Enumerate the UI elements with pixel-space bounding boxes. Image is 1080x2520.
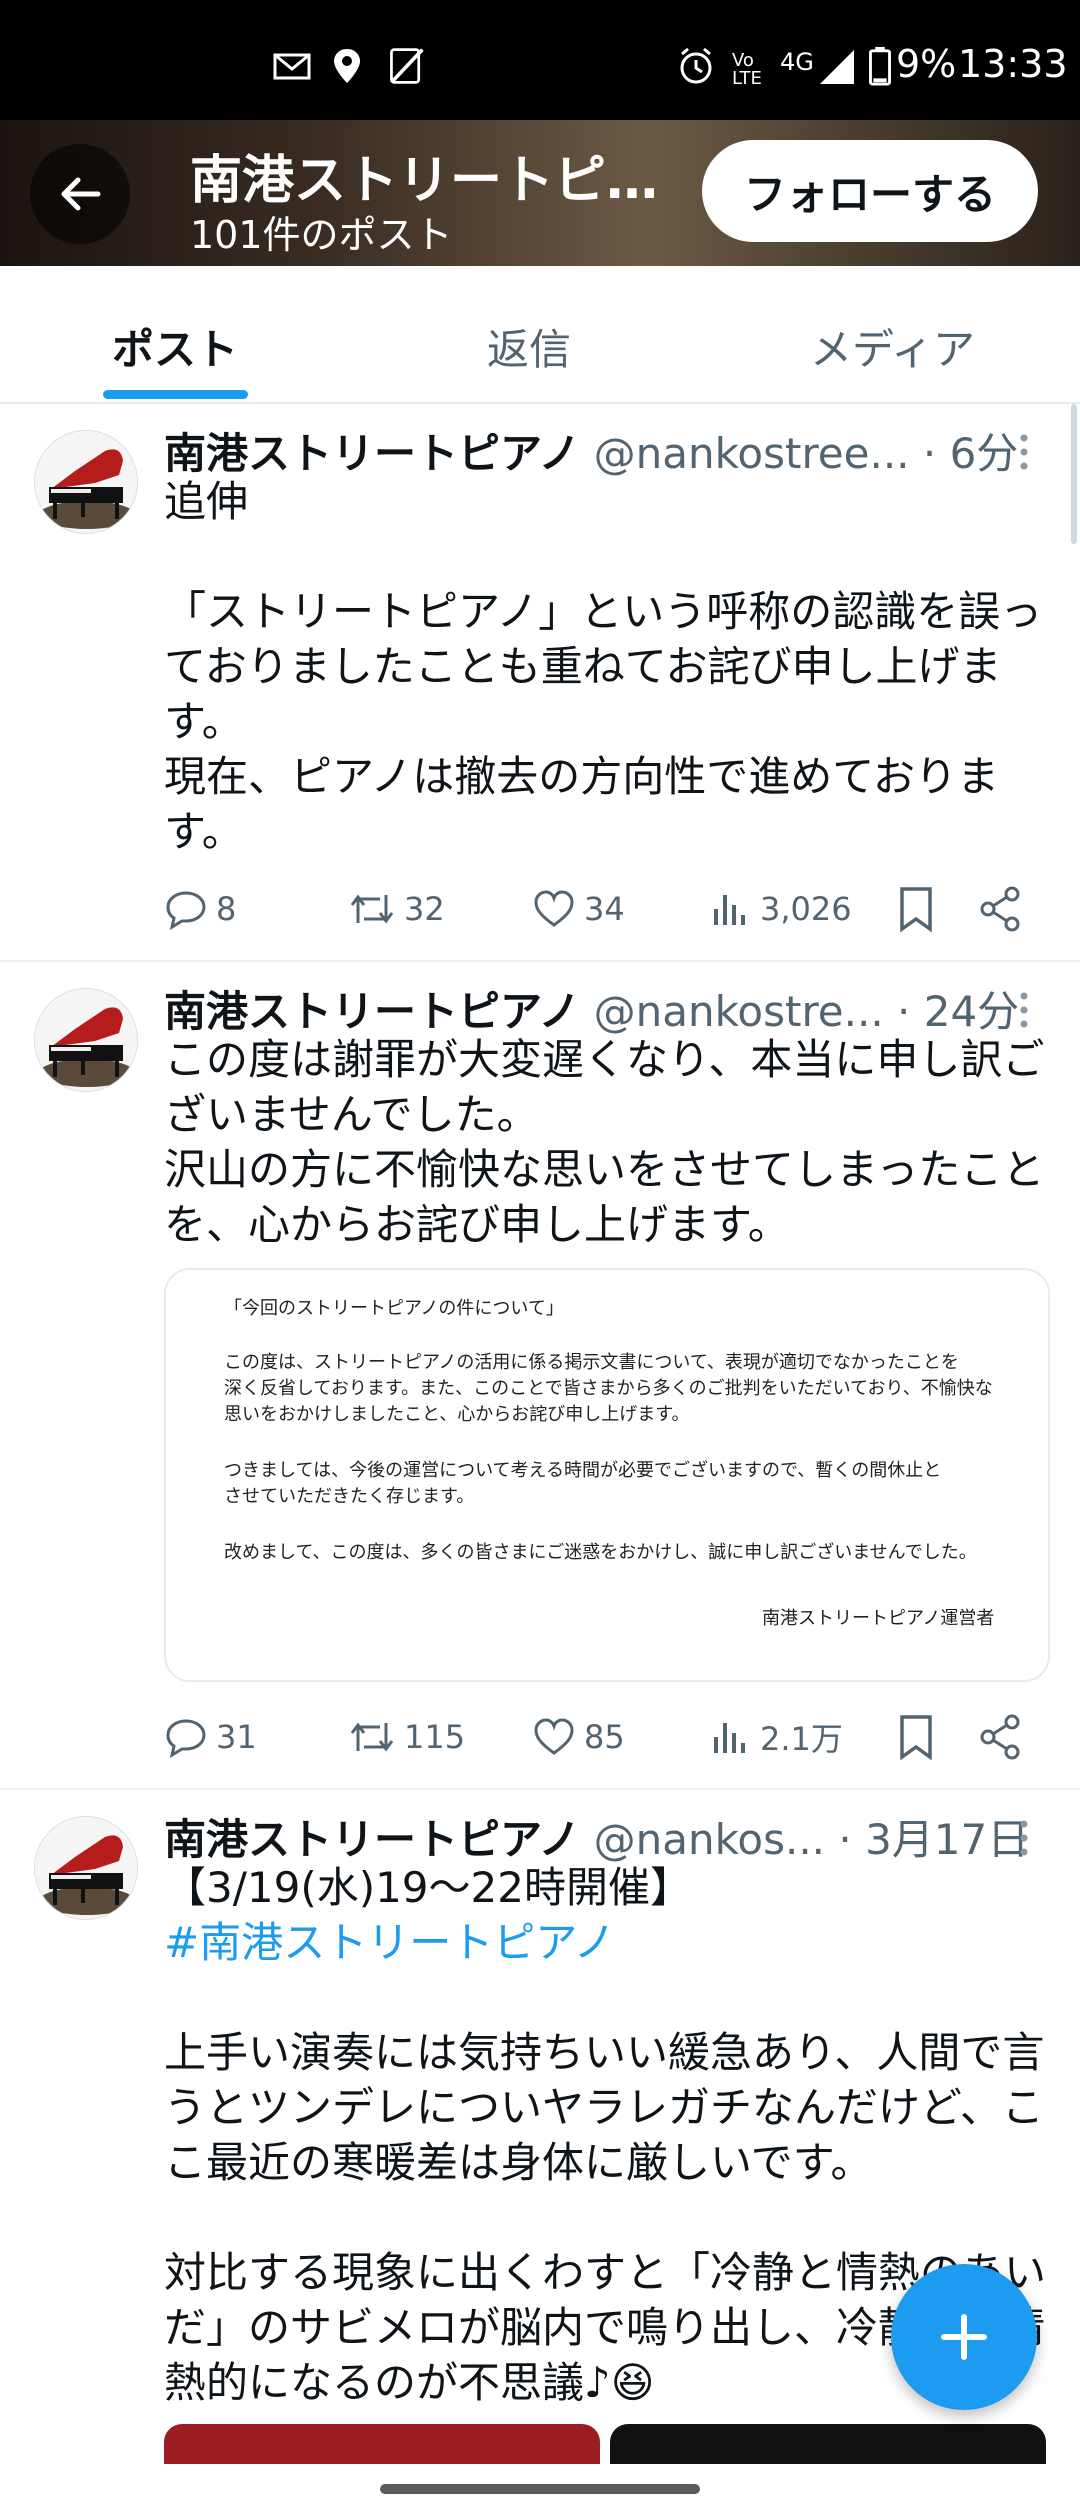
profile-name: 南港ストリートピ… xyxy=(190,151,659,211)
location-icon xyxy=(334,49,360,83)
avatar[interactable] xyxy=(34,1816,138,1920)
repost-button[interactable]: 32 xyxy=(348,884,445,934)
reply-count: 8 xyxy=(216,890,237,928)
signal-icon xyxy=(820,50,854,84)
author-handle[interactable]: @nankostre... xyxy=(594,987,884,1036)
post-actions: 31 115 85 2.1万 xyxy=(164,1712,1044,1762)
share-icon[interactable] xyxy=(978,884,1022,934)
post-item[interactable]: 南港ストリートピアノ @nankostre... · 24分 この度は謝罪が大変… xyxy=(0,962,1080,1790)
reply-button[interactable]: 31 xyxy=(164,1712,257,1762)
like-count: 34 xyxy=(584,890,625,928)
more-options-icon[interactable] xyxy=(1014,988,1034,1032)
piano-avatar-icon xyxy=(35,989,137,1091)
bookmark-icon[interactable] xyxy=(894,884,938,934)
author-name[interactable]: 南港ストリートピアノ xyxy=(164,1815,580,1864)
mail-icon xyxy=(273,53,311,80)
battery-percent: 9% xyxy=(896,42,957,86)
profile-header: 南港ストリートピ… 101件のポスト フォローする xyxy=(0,120,1080,266)
notice-line: 改めまして、この度は、多くの皆さまにご迷惑をおかけし、誠に申し訳ございませんでし… xyxy=(224,1542,977,1563)
repost-button[interactable]: 115 xyxy=(348,1712,465,1762)
like-button[interactable]: 85 xyxy=(532,1712,625,1762)
hashtag-link[interactable]: #南港ストリートピアノ xyxy=(164,1915,1054,1970)
battery-icon xyxy=(869,46,891,86)
sim-off-icon xyxy=(390,48,424,84)
piano-avatar-icon xyxy=(35,1817,137,1919)
heart-icon xyxy=(534,1718,574,1755)
share-icon[interactable] xyxy=(978,1712,1022,1762)
repost-icon xyxy=(350,894,394,924)
author-handle[interactable]: @nankos... xyxy=(594,1815,825,1864)
arrow-left-icon xyxy=(61,177,101,211)
view-count: 3,026 xyxy=(760,890,852,928)
author-name[interactable]: 南港ストリートピアノ xyxy=(164,987,580,1036)
profile-tabs: ポスト 返信 メディア xyxy=(0,266,1080,404)
analytics-icon xyxy=(714,895,745,925)
like-count: 85 xyxy=(584,1718,625,1756)
plus-icon xyxy=(941,2314,987,2360)
reply-count: 31 xyxy=(216,1718,257,1756)
views-button[interactable]: 2.1万 xyxy=(708,1712,843,1762)
notice-line: 深く反省しております。また、このことで皆さまから多くのご批判をいただいており、不… xyxy=(224,1378,993,1399)
notice-line: 思いをおかけしましたこと、心からお詫び申し上げます。 xyxy=(224,1404,690,1425)
media-thumbnail[interactable] xyxy=(164,2424,600,2464)
repost-count: 32 xyxy=(404,890,445,928)
author-handle[interactable]: @nankostree... xyxy=(594,429,910,478)
scrollbar[interactable] xyxy=(1071,404,1077,544)
tab-replies[interactable]: 返信 xyxy=(487,316,571,377)
notice-line: つきましては、今後の運営について考える時間が必要でございますので、暫くの間休止と xyxy=(224,1460,942,1481)
post-body: 追伸 「ストリートピアノ」という呼称の認識を誤っておりましたことも重ねてお詫び申… xyxy=(164,477,1043,856)
avatar[interactable] xyxy=(34,988,138,1092)
views-button[interactable]: 3,026 xyxy=(708,884,852,934)
post-time: · 24分 xyxy=(883,987,1020,1036)
notice-signature: 南港ストリートピアノ運営者 xyxy=(762,1608,995,1629)
back-button[interactable] xyxy=(30,144,130,244)
post-image[interactable]: 「今回のストリートピアノの件について」 この度は、ストリートピアノの活用に係る掲… xyxy=(164,1268,1050,1682)
tab-posts[interactable]: ポスト xyxy=(112,316,238,377)
media-thumbnail[interactable] xyxy=(610,2424,1046,2464)
post-body-line: 【3/19(水)19〜22時開催】 xyxy=(164,1863,692,1912)
volte-label: Vo LTE xyxy=(732,50,762,89)
analytics-icon xyxy=(714,1723,745,1753)
post-body: この度は謝罪が大変遅くなり、本当に申し訳ございませんでした。 沢山の方に不愉快な… xyxy=(164,1035,1045,1249)
network-type: 4G xyxy=(780,48,814,76)
piano-avatar-icon xyxy=(35,431,137,533)
like-button[interactable]: 34 xyxy=(532,884,625,934)
repost-icon xyxy=(350,1722,394,1752)
more-options-icon[interactable] xyxy=(1014,430,1034,474)
avatar[interactable] xyxy=(34,430,138,534)
gesture-home-bar[interactable] xyxy=(380,2484,700,2494)
alarm-icon xyxy=(680,47,712,84)
follow-button[interactable]: フォローする xyxy=(702,140,1038,242)
tab-media[interactable]: メディア xyxy=(810,316,975,377)
post-count: 101件のポスト xyxy=(190,213,453,257)
reply-icon xyxy=(166,1719,206,1759)
notice-heading: 「今回のストリートピアノの件について」 xyxy=(224,1298,564,1319)
reply-button[interactable]: 8 xyxy=(164,884,236,934)
notice-line: この度は、ストリートピアノの活用に係る掲示文書について、表現が適切でなかったこと… xyxy=(224,1352,959,1373)
repost-count: 115 xyxy=(404,1718,466,1756)
post-actions: 8 32 34 3,026 xyxy=(164,884,1044,934)
author-name[interactable]: 南港ストリートピアノ xyxy=(164,429,580,478)
bookmark-icon[interactable] xyxy=(894,1712,938,1762)
post-item[interactable]: 南港ストリートピアノ @nankostree... · 6分 追伸 「ストリート… xyxy=(0,404,1080,962)
reply-icon xyxy=(166,891,206,931)
view-count: 2.1万 xyxy=(760,1720,843,1758)
status-bar: Vo LTE 4G 9% 13:33 xyxy=(0,0,1080,120)
clock: 13:33 xyxy=(958,42,1068,86)
post-time: · 3月17日 xyxy=(825,1815,1030,1864)
heart-icon xyxy=(534,890,574,927)
notice-line: させていただきたく存じます。 xyxy=(224,1486,475,1507)
more-options-icon[interactable] xyxy=(1014,1816,1034,1860)
post-time: · 6分 xyxy=(909,429,1019,478)
active-tab-indicator xyxy=(103,390,248,399)
compose-button[interactable] xyxy=(891,2264,1037,2410)
